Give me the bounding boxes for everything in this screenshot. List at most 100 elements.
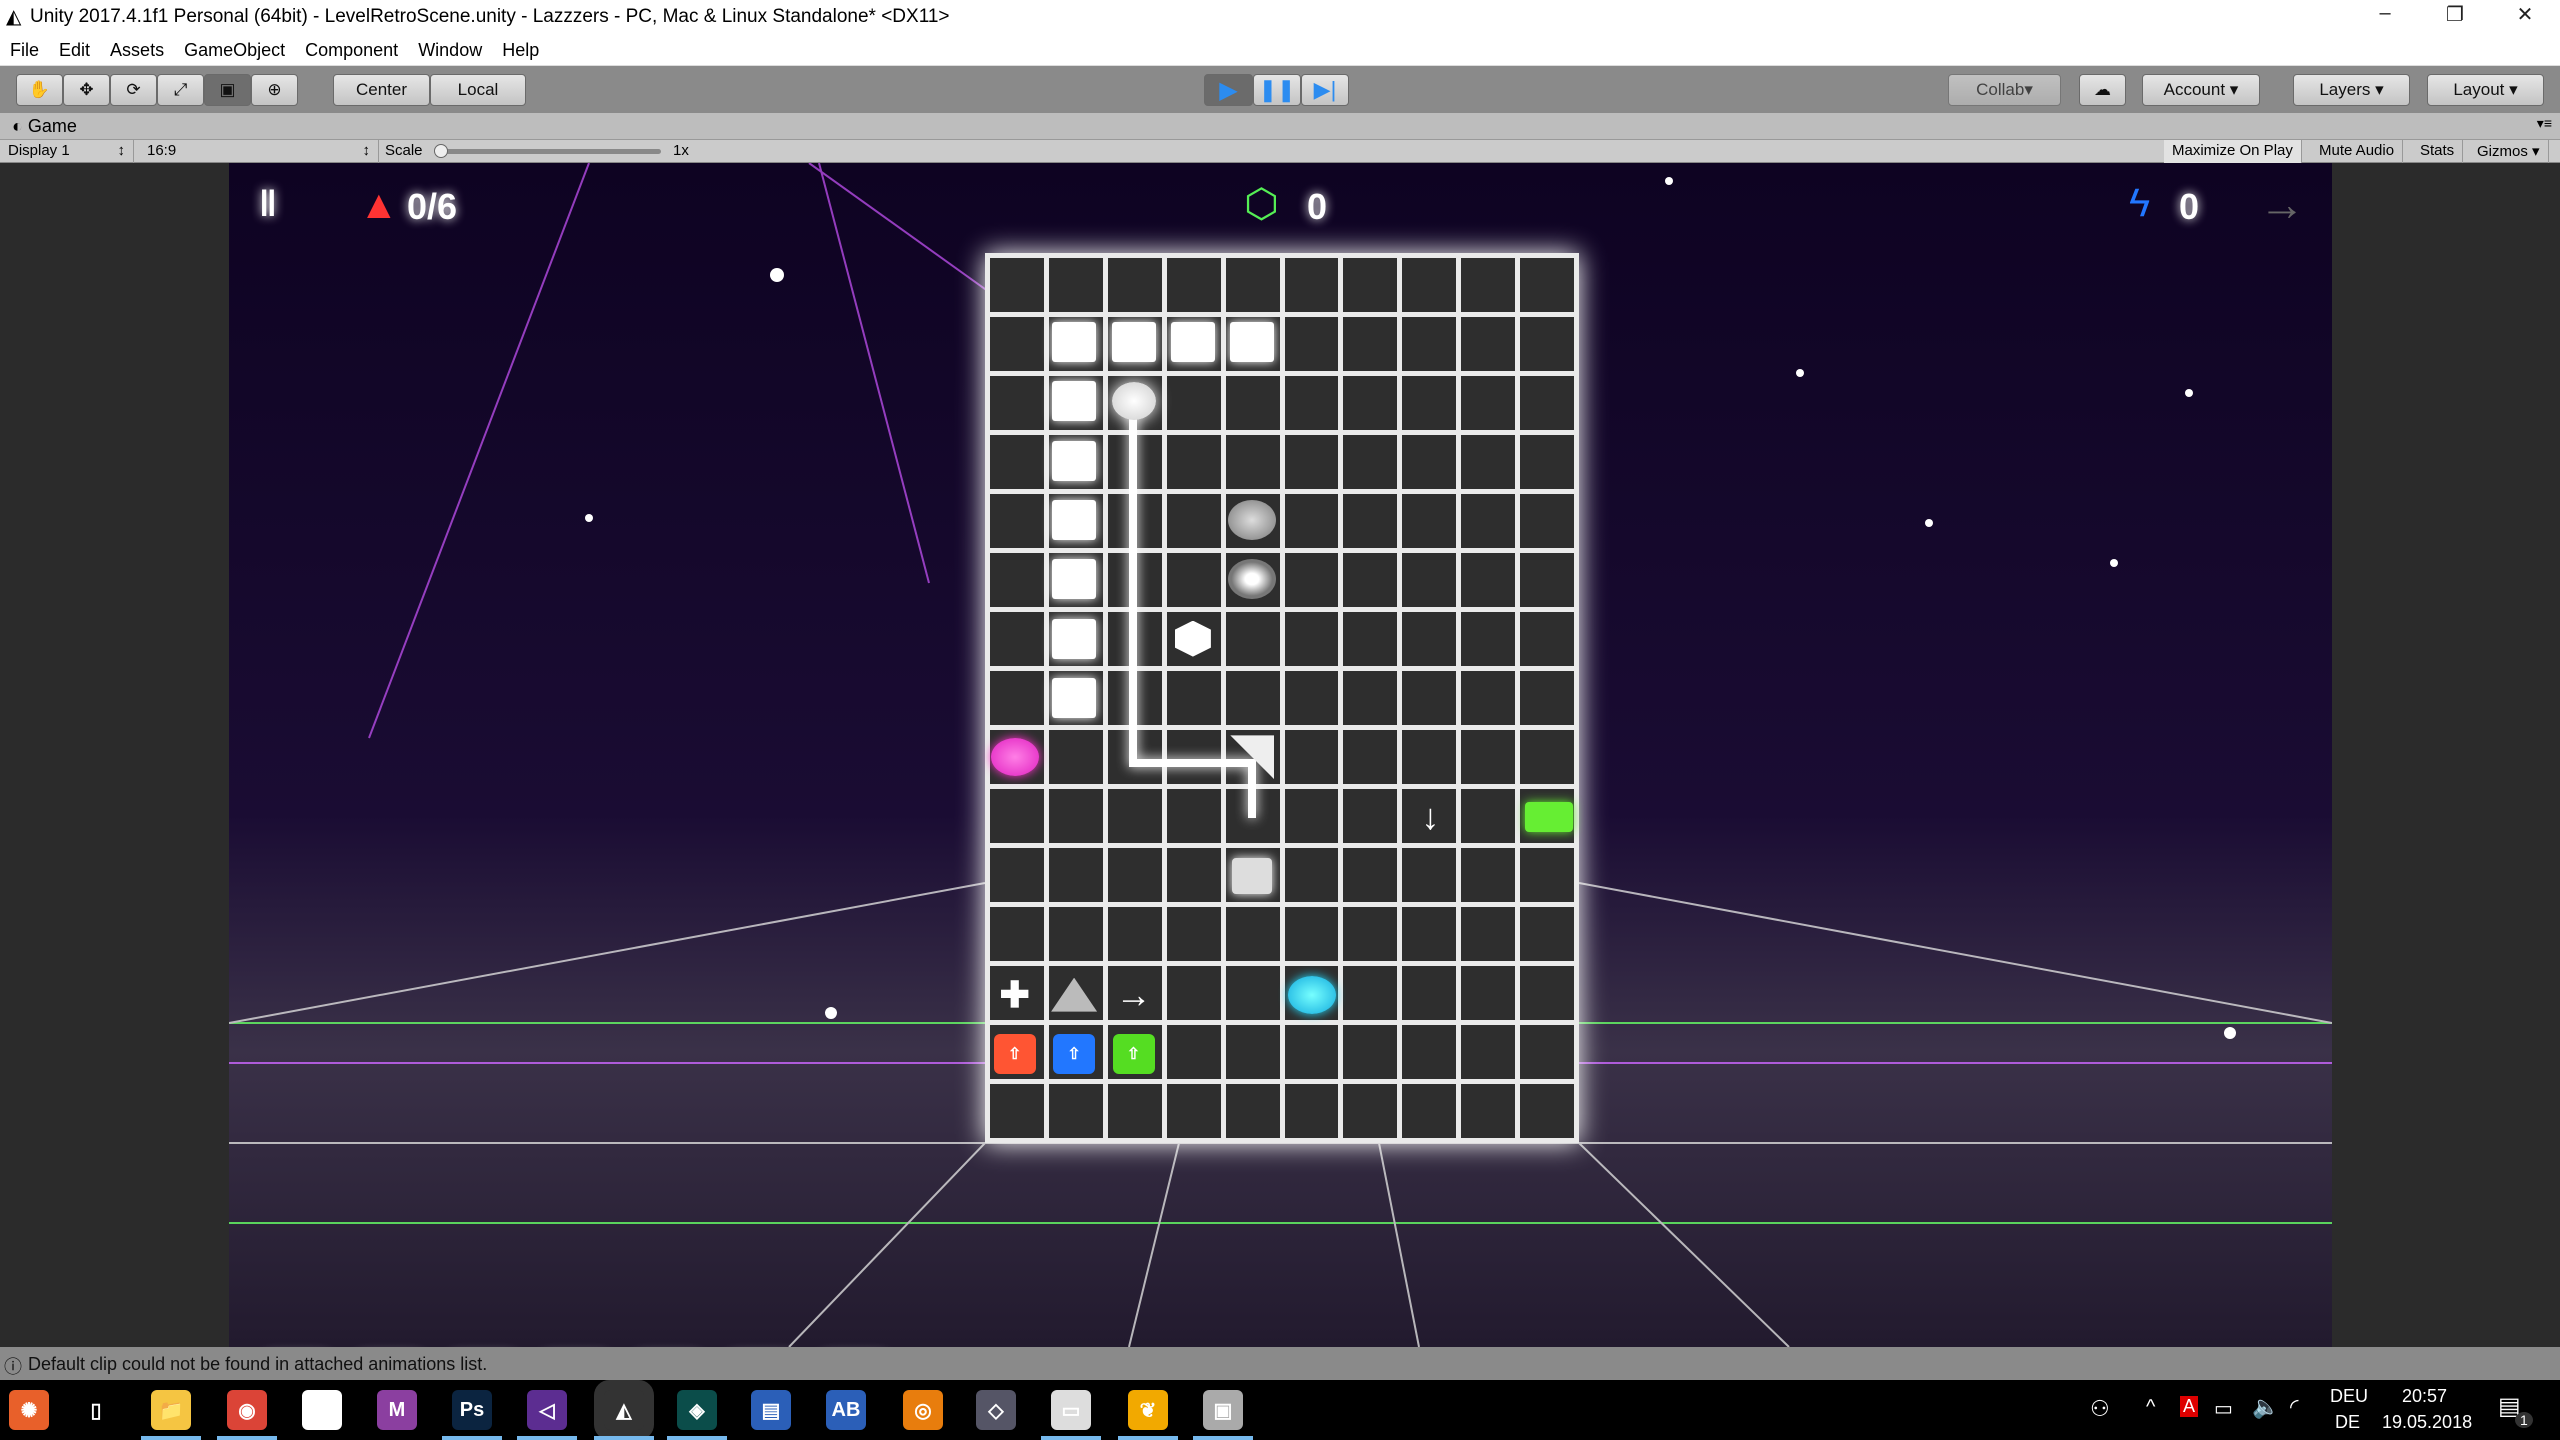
step-button[interactable]: ▶| <box>1301 74 1349 106</box>
display-select[interactable]: Display 1↕ <box>0 140 134 163</box>
piece-block[interactable] <box>1050 496 1098 544</box>
tab-game[interactable]: ◐ Game <box>12 116 77 137</box>
taskbar-fl-studio[interactable]: ❦ <box>1128 1390 1168 1430</box>
piece-cyan-orb[interactable] <box>1288 971 1336 1019</box>
transform-tool-button[interactable]: ⊕ <box>251 74 298 106</box>
clock-date[interactable]: 19.05.2018 <box>2382 1412 2472 1433</box>
taskbar-photoshop[interactable]: Ps <box>452 1390 492 1430</box>
taskbar-start[interactable]: ✺ <box>9 1390 49 1430</box>
taskbar-unity[interactable]: ◭ <box>604 1390 644 1430</box>
piece-mirror[interactable] <box>1228 733 1276 781</box>
cloud-icon: ☁ <box>2094 80 2111 100</box>
piece-green-emitter[interactable]: ⇧ <box>1110 1030 1158 1078</box>
tray-app-icon[interactable]: A <box>2180 1396 2198 1417</box>
piece-receiver[interactable] <box>1228 852 1276 900</box>
minimize-button[interactable]: – <box>2355 2 2415 32</box>
pause-button[interactable]: ❚❚ <box>1253 74 1301 106</box>
battery-icon[interactable]: ▭ <box>2214 1396 2233 1421</box>
menu-component[interactable]: Component <box>295 33 408 61</box>
tray-chevron-icon[interactable]: ^ <box>2146 1396 2155 1419</box>
taskbar-remote-desktop[interactable]: ▤ <box>751 1390 791 1430</box>
pause-game-button[interactable]: ‖ <box>259 183 277 225</box>
taskbar-visual-studio-code-m[interactable]: M <box>377 1390 417 1430</box>
taskbar-presentation[interactable]: ▭ <box>1051 1390 1091 1430</box>
maximize-button[interactable]: ❐ <box>2425 2 2485 32</box>
menu-help[interactable]: Help <box>492 33 549 61</box>
input-language-region[interactable]: DE <box>2335 1412 2360 1433</box>
gizmos-dropdown[interactable]: Gizmos ▾ <box>2469 140 2549 163</box>
piece-block[interactable] <box>1050 555 1098 603</box>
piece-green-laser[interactable] <box>1525 793 1573 841</box>
layout-dropdown[interactable]: Layout ▾ <box>2427 74 2544 106</box>
taskbar-gitkraken[interactable]: ◈ <box>677 1390 717 1430</box>
menu-edit[interactable]: Edit <box>49 33 100 61</box>
input-language[interactable]: DEU <box>2330 1386 2368 1407</box>
piece-hexagon[interactable] <box>1169 615 1217 663</box>
remote-desktop-icon: ▤ <box>762 1398 781 1423</box>
scale-tool-button[interactable]: ⤢ <box>157 74 204 106</box>
move-tool-button[interactable]: ✥ <box>63 74 110 106</box>
layers-dropdown[interactable]: Layers ▾ <box>2293 74 2410 106</box>
people-icon[interactable]: ⚇ <box>2090 1396 2110 1422</box>
pyramid-icon <box>1051 978 1097 1012</box>
piece-arrow-up[interactable]: ✚ <box>991 971 1039 1019</box>
mute-audio-toggle[interactable]: Mute Audio <box>2311 140 2403 163</box>
close-button[interactable]: ✕ <box>2495 2 2555 32</box>
piece-block[interactable] <box>1050 615 1098 663</box>
play-button[interactable]: ▶ <box>1204 74 1253 106</box>
taskbar-blender[interactable]: ◎ <box>903 1390 943 1430</box>
collab-dropdown[interactable]: Collab ▾ <box>1948 74 2061 106</box>
taskbar-store[interactable]: ⊞ <box>302 1390 342 1430</box>
piece-block[interactable] <box>1110 318 1158 366</box>
game-tab-header: ◐ Game ▾≡ <box>0 113 2560 140</box>
taskbar-chrome[interactable]: ◉ <box>227 1390 267 1430</box>
taskbar-visual-studio[interactable]: ◁ <box>527 1390 567 1430</box>
rect-tool-button[interactable]: ▣ <box>204 74 251 106</box>
gem-icon <box>1228 500 1276 540</box>
clock-time[interactable]: 20:57 <box>2402 1386 2447 1407</box>
status-bar[interactable]: ⓘ Default clip could not be found in att… <box>0 1347 2560 1380</box>
piece-block[interactable] <box>1228 318 1276 366</box>
wifi-icon[interactable]: ◜ <box>2290 1394 2299 1420</box>
piece-block[interactable] <box>1169 318 1217 366</box>
translator-icon: AB <box>832 1399 861 1422</box>
stats-toggle[interactable]: Stats <box>2412 140 2463 163</box>
piece-gem[interactable] <box>1228 496 1276 544</box>
piece-magenta-orb[interactable] <box>991 733 1039 781</box>
aspect-select[interactable]: 16:9↕ <box>139 140 379 163</box>
piece-block[interactable] <box>1050 437 1098 485</box>
rotate-tool-button[interactable]: ⟳ <box>110 74 157 106</box>
piece-pyramid[interactable] <box>1050 971 1098 1019</box>
piece-arrow-right[interactable]: → <box>1110 971 1158 1019</box>
maximize-on-play-toggle[interactable]: Maximize On Play <box>2164 140 2302 163</box>
piece-gray-orb[interactable] <box>1228 555 1276 603</box>
move-count: 0 <box>2179 186 2199 228</box>
piece-emitter-orb[interactable] <box>1110 377 1158 425</box>
taskbar-tool-app[interactable]: ▣ <box>1203 1390 1243 1430</box>
piece-block[interactable] <box>1050 377 1098 425</box>
game-viewport[interactable]: ‖ ▲ 0/6 ⬡ 0 ϟ 0 → ↓✚→⇧⇧⇧ 1111111 ⏻ <box>229 163 2332 1347</box>
menu-file[interactable]: File <box>0 33 49 61</box>
pivot-center-button[interactable]: Center <box>333 74 430 106</box>
piece-arrow-down[interactable]: ↓ <box>1407 793 1455 841</box>
piece-block[interactable] <box>1050 318 1098 366</box>
account-dropdown[interactable]: Account ▾ <box>2142 74 2260 106</box>
hand-tool-button[interactable]: ✋ <box>16 74 63 106</box>
menu-gameobject[interactable]: GameObject <box>174 33 295 61</box>
menu-window[interactable]: Window <box>408 33 492 61</box>
taskbar-file-explorer[interactable]: 📁 <box>151 1390 191 1430</box>
piece-red-emitter[interactable]: ⇧ <box>991 1030 1039 1078</box>
menu-assets[interactable]: Assets <box>100 33 174 61</box>
taskbar-task-view[interactable]: ▯ <box>76 1390 116 1430</box>
piece-blue-emitter[interactable]: ⇧ <box>1050 1030 1098 1078</box>
space-local-button[interactable]: Local <box>430 74 526 106</box>
scale-slider[interactable] <box>438 149 661 154</box>
piece-block[interactable] <box>1050 674 1098 722</box>
cloud-button[interactable]: ☁ <box>2079 74 2126 106</box>
volume-icon[interactable]: 🔈 <box>2252 1394 2279 1420</box>
scale-slider-thumb[interactable] <box>434 144 448 158</box>
taskbar-app-cube[interactable]: ◇ <box>976 1390 1016 1430</box>
taskbar-translator[interactable]: AB <box>826 1390 866 1430</box>
next-arrow-button[interactable]: → <box>2259 177 2305 231</box>
tab-menu-icon[interactable]: ▾≡ <box>2537 115 2552 132</box>
